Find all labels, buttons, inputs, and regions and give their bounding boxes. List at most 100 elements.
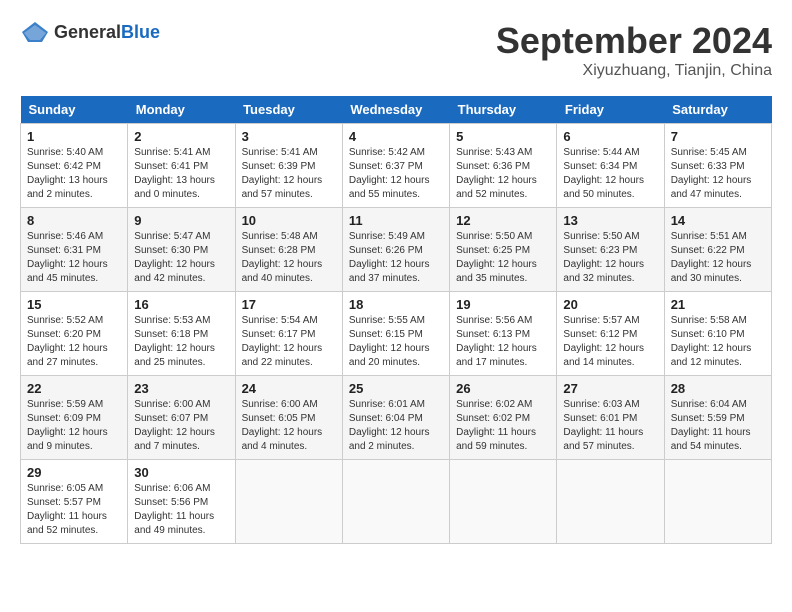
- table-row: 6Sunrise: 5:44 AM Sunset: 6:34 PM Daylig…: [557, 124, 664, 208]
- table-row: [557, 460, 664, 544]
- header-tuesday: Tuesday: [235, 96, 342, 124]
- table-row: 9Sunrise: 5:47 AM Sunset: 6:30 PM Daylig…: [128, 208, 235, 292]
- day-number: 28: [671, 381, 765, 396]
- table-row: 20 Sunrise: 5:57 AM Sunset: 6:12 PM Dayli…: [557, 292, 664, 376]
- day-number: 8: [27, 213, 121, 228]
- day-info: Sunrise: 5:40 AM Sunset: 6:42 PM Dayligh…: [27, 146, 121, 202]
- day-info: Sunrise: 6:00 AM Sunset: 6:05 PM Dayligh…: [242, 398, 336, 454]
- day-number: 22: [27, 381, 121, 396]
- header-sunday: Sunday: [21, 96, 128, 124]
- title-section: September 2024 Xiyuzhuang, Tianjin, Chin…: [496, 20, 772, 80]
- day-info: Sunrise: 5:49 AM Sunset: 6:26 PM Dayligh…: [349, 230, 443, 286]
- day-number: 1: [27, 129, 121, 144]
- table-row: 17Sunrise: 5:54 AM Sunset: 6:17 PM Dayli…: [235, 292, 342, 376]
- table-row: 19 Sunrise: 5:56 AM Sunset: 6:13 PM Dayli…: [450, 292, 557, 376]
- header-wednesday: Wednesday: [342, 96, 449, 124]
- logo-general: General: [54, 22, 121, 42]
- logo: GeneralBlue: [20, 20, 160, 44]
- table-row: 29 Sunrise: 6:05 AM Sunset: 5:57 PM Dayli…: [21, 460, 128, 544]
- day-number: 13: [563, 213, 657, 228]
- table-row: [664, 460, 771, 544]
- day-info: Sunrise: 6:02 AM Sunset: 6:02 PM Dayligh…: [456, 398, 550, 454]
- calendar-week-row: 29 Sunrise: 6:05 AM Sunset: 5:57 PM Dayli…: [21, 460, 772, 544]
- table-row: 1 Sunrise: 5:40 AM Sunset: 6:42 PM Daylig…: [21, 124, 128, 208]
- table-row: [342, 460, 449, 544]
- day-number: 24: [242, 381, 336, 396]
- table-row: 21Sunrise: 5:58 AM Sunset: 6:10 PM Dayli…: [664, 292, 771, 376]
- day-number: 2: [134, 129, 228, 144]
- table-row: 15Sunrise: 5:52 AM Sunset: 6:20 PM Dayli…: [21, 292, 128, 376]
- day-info: Sunrise: 5:51 AM Sunset: 6:22 PM Dayligh…: [671, 230, 765, 286]
- day-number: 5: [456, 129, 550, 144]
- header-monday: Monday: [128, 96, 235, 124]
- day-info: Sunrise: 5:50 AM Sunset: 6:23 PM Dayligh…: [563, 230, 657, 286]
- day-number: 3: [242, 129, 336, 144]
- day-info: Sunrise: 5:55 AM Sunset: 6:15 PM Dayligh…: [349, 314, 443, 370]
- month-title: September 2024: [496, 20, 772, 62]
- table-row: [235, 460, 342, 544]
- table-row: 28 Sunrise: 6:04 AM Sunset: 5:59 PM Dayli…: [664, 376, 771, 460]
- day-number: 30: [134, 465, 228, 480]
- day-info: Sunrise: 5:48 AM Sunset: 6:28 PM Dayligh…: [242, 230, 336, 286]
- day-number: 18: [349, 297, 443, 312]
- day-info: Sunrise: 5:57 AM Sunset: 6:12 PM Dayligh…: [563, 314, 657, 370]
- day-info: Sunrise: 6:00 AM Sunset: 6:07 PM Dayligh…: [134, 398, 228, 454]
- logo-text: GeneralBlue: [54, 22, 160, 43]
- table-row: 3 Sunrise: 5:41 AM Sunset: 6:39 PM Daylig…: [235, 124, 342, 208]
- day-info: Sunrise: 5:45 AM Sunset: 6:33 PM Dayligh…: [671, 146, 765, 202]
- table-row: 11 Sunrise: 5:49 AM Sunset: 6:26 PM Dayli…: [342, 208, 449, 292]
- day-number: 4: [349, 129, 443, 144]
- header-saturday: Saturday: [664, 96, 771, 124]
- day-info: Sunrise: 5:50 AM Sunset: 6:25 PM Dayligh…: [456, 230, 550, 286]
- table-row: 16Sunrise: 5:53 AM Sunset: 6:18 PM Dayli…: [128, 292, 235, 376]
- day-number: 11: [349, 213, 443, 228]
- table-row: 22 Sunrise: 5:59 AM Sunset: 6:09 PM Dayli…: [21, 376, 128, 460]
- day-info: Sunrise: 5:56 AM Sunset: 6:13 PM Dayligh…: [456, 314, 550, 370]
- logo-blue: Blue: [121, 22, 160, 42]
- table-row: 14Sunrise: 5:51 AM Sunset: 6:22 PM Dayli…: [664, 208, 771, 292]
- day-info: Sunrise: 5:41 AM Sunset: 6:39 PM Dayligh…: [242, 146, 336, 202]
- table-row: 12Sunrise: 5:50 AM Sunset: 6:25 PM Dayli…: [450, 208, 557, 292]
- day-number: 19: [456, 297, 550, 312]
- day-number: 6: [563, 129, 657, 144]
- calendar-week-row: 15Sunrise: 5:52 AM Sunset: 6:20 PM Dayli…: [21, 292, 772, 376]
- day-info: Sunrise: 5:58 AM Sunset: 6:10 PM Dayligh…: [671, 314, 765, 370]
- day-info: Sunrise: 5:42 AM Sunset: 6:37 PM Dayligh…: [349, 146, 443, 202]
- day-info: Sunrise: 5:41 AM Sunset: 6:41 PM Dayligh…: [134, 146, 228, 202]
- table-row: 25 Sunrise: 6:01 AM Sunset: 6:04 PM Dayli…: [342, 376, 449, 460]
- header-thursday: Thursday: [450, 96, 557, 124]
- logo-icon: [20, 20, 50, 44]
- table-row: 13 Sunrise: 5:50 AM Sunset: 6:23 PM Dayli…: [557, 208, 664, 292]
- day-info: Sunrise: 6:03 AM Sunset: 6:01 PM Dayligh…: [563, 398, 657, 454]
- day-number: 15: [27, 297, 121, 312]
- calendar-header-row: Sunday Monday Tuesday Wednesday Thursday…: [21, 96, 772, 124]
- table-row: 24 Sunrise: 6:00 AM Sunset: 6:05 PM Dayli…: [235, 376, 342, 460]
- day-number: 23: [134, 381, 228, 396]
- day-number: 26: [456, 381, 550, 396]
- day-number: 10: [242, 213, 336, 228]
- table-row: 26 Sunrise: 6:02 AM Sunset: 6:02 PM Dayli…: [450, 376, 557, 460]
- day-number: 29: [27, 465, 121, 480]
- table-row: [450, 460, 557, 544]
- day-number: 27: [563, 381, 657, 396]
- day-number: 20: [563, 297, 657, 312]
- day-info: Sunrise: 5:59 AM Sunset: 6:09 PM Dayligh…: [27, 398, 121, 454]
- location-subtitle: Xiyuzhuang, Tianjin, China: [496, 62, 772, 80]
- day-info: Sunrise: 6:06 AM Sunset: 5:56 PM Dayligh…: [134, 482, 228, 538]
- day-info: Sunrise: 5:53 AM Sunset: 6:18 PM Dayligh…: [134, 314, 228, 370]
- table-row: 7 Sunrise: 5:45 AM Sunset: 6:33 PM Daylig…: [664, 124, 771, 208]
- table-row: 5Sunrise: 5:43 AM Sunset: 6:36 PM Daylig…: [450, 124, 557, 208]
- page-header: GeneralBlue September 2024 Xiyuzhuang, T…: [20, 20, 772, 80]
- day-number: 25: [349, 381, 443, 396]
- table-row: 18 Sunrise: 5:55 AM Sunset: 6:15 PM Dayli…: [342, 292, 449, 376]
- day-info: Sunrise: 6:05 AM Sunset: 5:57 PM Dayligh…: [27, 482, 121, 538]
- day-info: Sunrise: 6:01 AM Sunset: 6:04 PM Dayligh…: [349, 398, 443, 454]
- calendar-week-row: 1 Sunrise: 5:40 AM Sunset: 6:42 PM Daylig…: [21, 124, 772, 208]
- table-row: 8Sunrise: 5:46 AM Sunset: 6:31 PM Daylig…: [21, 208, 128, 292]
- calendar-table: Sunday Monday Tuesday Wednesday Thursday…: [20, 96, 772, 544]
- day-info: Sunrise: 6:04 AM Sunset: 5:59 PM Dayligh…: [671, 398, 765, 454]
- day-info: Sunrise: 5:54 AM Sunset: 6:17 PM Dayligh…: [242, 314, 336, 370]
- calendar-week-row: 22 Sunrise: 5:59 AM Sunset: 6:09 PM Dayli…: [21, 376, 772, 460]
- day-number: 7: [671, 129, 765, 144]
- calendar-week-row: 8Sunrise: 5:46 AM Sunset: 6:31 PM Daylig…: [21, 208, 772, 292]
